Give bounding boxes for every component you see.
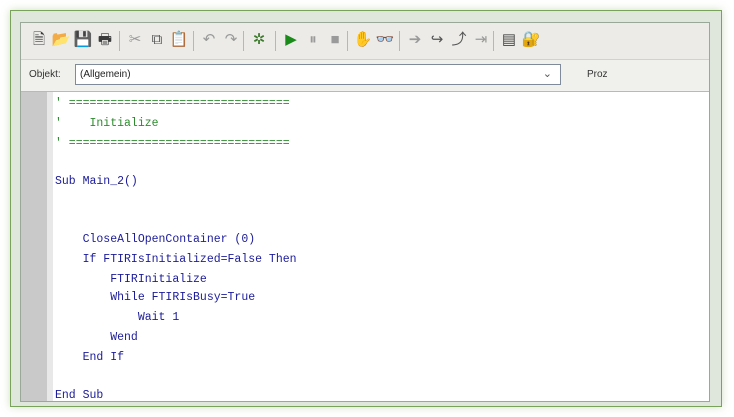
chevron-down-icon[interactable]: ⌄ — [543, 67, 552, 80]
toolbar-separator — [119, 31, 120, 51]
hand-icon[interactable]: ✋ — [353, 30, 373, 50]
object-row: Objekt: (Allgemein) ⌄ Proz — [21, 60, 709, 90]
new-icon[interactable]: 🗎 — [29, 30, 49, 50]
properties-icon[interactable]: 🔐 — [521, 30, 541, 50]
code-line[interactable]: End Sub — [55, 388, 103, 401]
object-dropdown-value: (Allgemein) — [80, 69, 131, 80]
code-line[interactable]: If FTIRIsInitialized=False Then — [55, 252, 297, 268]
toolbar: 🗎 📂 💾 🖶 ✂ ⧉ 📋 ↶ ↷ ✲ ▶ ⏸ ■ ✋ 👓 ➔ ↪ ⤴ ⇥ ▤ 🔐 — [21, 23, 709, 60]
code-line[interactable]: ' ================================ — [55, 96, 290, 112]
gutter-divider — [47, 92, 53, 401]
toolbar-separator — [493, 31, 494, 51]
toolbar-separator — [399, 31, 400, 51]
code-line[interactable]: ' Initialize — [55, 116, 159, 132]
code-line[interactable]: Wait 1 — [55, 310, 179, 326]
toolbar-separator — [243, 31, 244, 51]
margin-indicator-bar[interactable] — [21, 92, 48, 401]
watch-icon[interactable]: 👓 — [375, 30, 395, 50]
toolbar-separator — [275, 31, 276, 51]
code-editor[interactable]: ' ================================ ' Init… — [21, 91, 709, 401]
procedure-label: Proz — [587, 69, 608, 80]
cut-icon[interactable]: ✂ — [125, 30, 145, 50]
step-over-icon[interactable]: ↪ — [427, 30, 447, 50]
save-icon[interactable]: 💾 — [73, 30, 93, 50]
open-folder-icon[interactable]: 📂 — [51, 30, 71, 50]
run-icon[interactable]: ▶ — [281, 30, 301, 50]
code-line[interactable]: End If — [55, 350, 124, 366]
paste-icon[interactable]: 📋 — [169, 30, 189, 50]
step-out-icon[interactable]: ⤴ — [449, 30, 469, 50]
debug-icon[interactable]: ✲ — [249, 30, 269, 50]
object-dropdown[interactable]: (Allgemein) ⌄ — [75, 64, 561, 85]
stop-icon[interactable]: ■ — [325, 30, 345, 50]
step-into-icon[interactable]: ➔ — [405, 30, 425, 50]
code-line[interactable]: CloseAllOpenContainer (0) — [55, 232, 256, 248]
vba-editor-window: 🗎 📂 💾 🖶 ✂ ⧉ 📋 ↶ ↷ ✲ ▶ ⏸ ■ ✋ 👓 ➔ ↪ ⤴ ⇥ ▤ 🔐 Objekt: (Allgemein… — [20, 22, 710, 402]
pause-icon[interactable]: ⏸ — [303, 30, 323, 50]
copy-icon[interactable]: ⧉ — [147, 30, 167, 50]
code-line[interactable]: While FTIRIsBusy=True — [55, 290, 255, 306]
code-area[interactable]: ' ================================ ' Init… — [55, 92, 709, 401]
breakpoint-icon[interactable]: ⇥ — [471, 30, 491, 50]
redo-icon[interactable]: ↷ — [221, 30, 241, 50]
code-line[interactable]: ' ================================ — [55, 136, 290, 152]
undo-icon[interactable]: ↶ — [199, 30, 219, 50]
toolbar-separator — [347, 31, 348, 51]
code-line[interactable]: Wend — [55, 330, 138, 346]
print-icon[interactable]: 🖶 — [95, 30, 115, 50]
toolbar-separator — [193, 31, 194, 51]
code-line[interactable]: FTIRInitialize — [55, 272, 207, 288]
window-icon[interactable]: ▤ — [499, 30, 519, 50]
object-label: Objekt: — [29, 69, 61, 80]
code-line[interactable]: Sub Main_2() — [55, 174, 138, 190]
